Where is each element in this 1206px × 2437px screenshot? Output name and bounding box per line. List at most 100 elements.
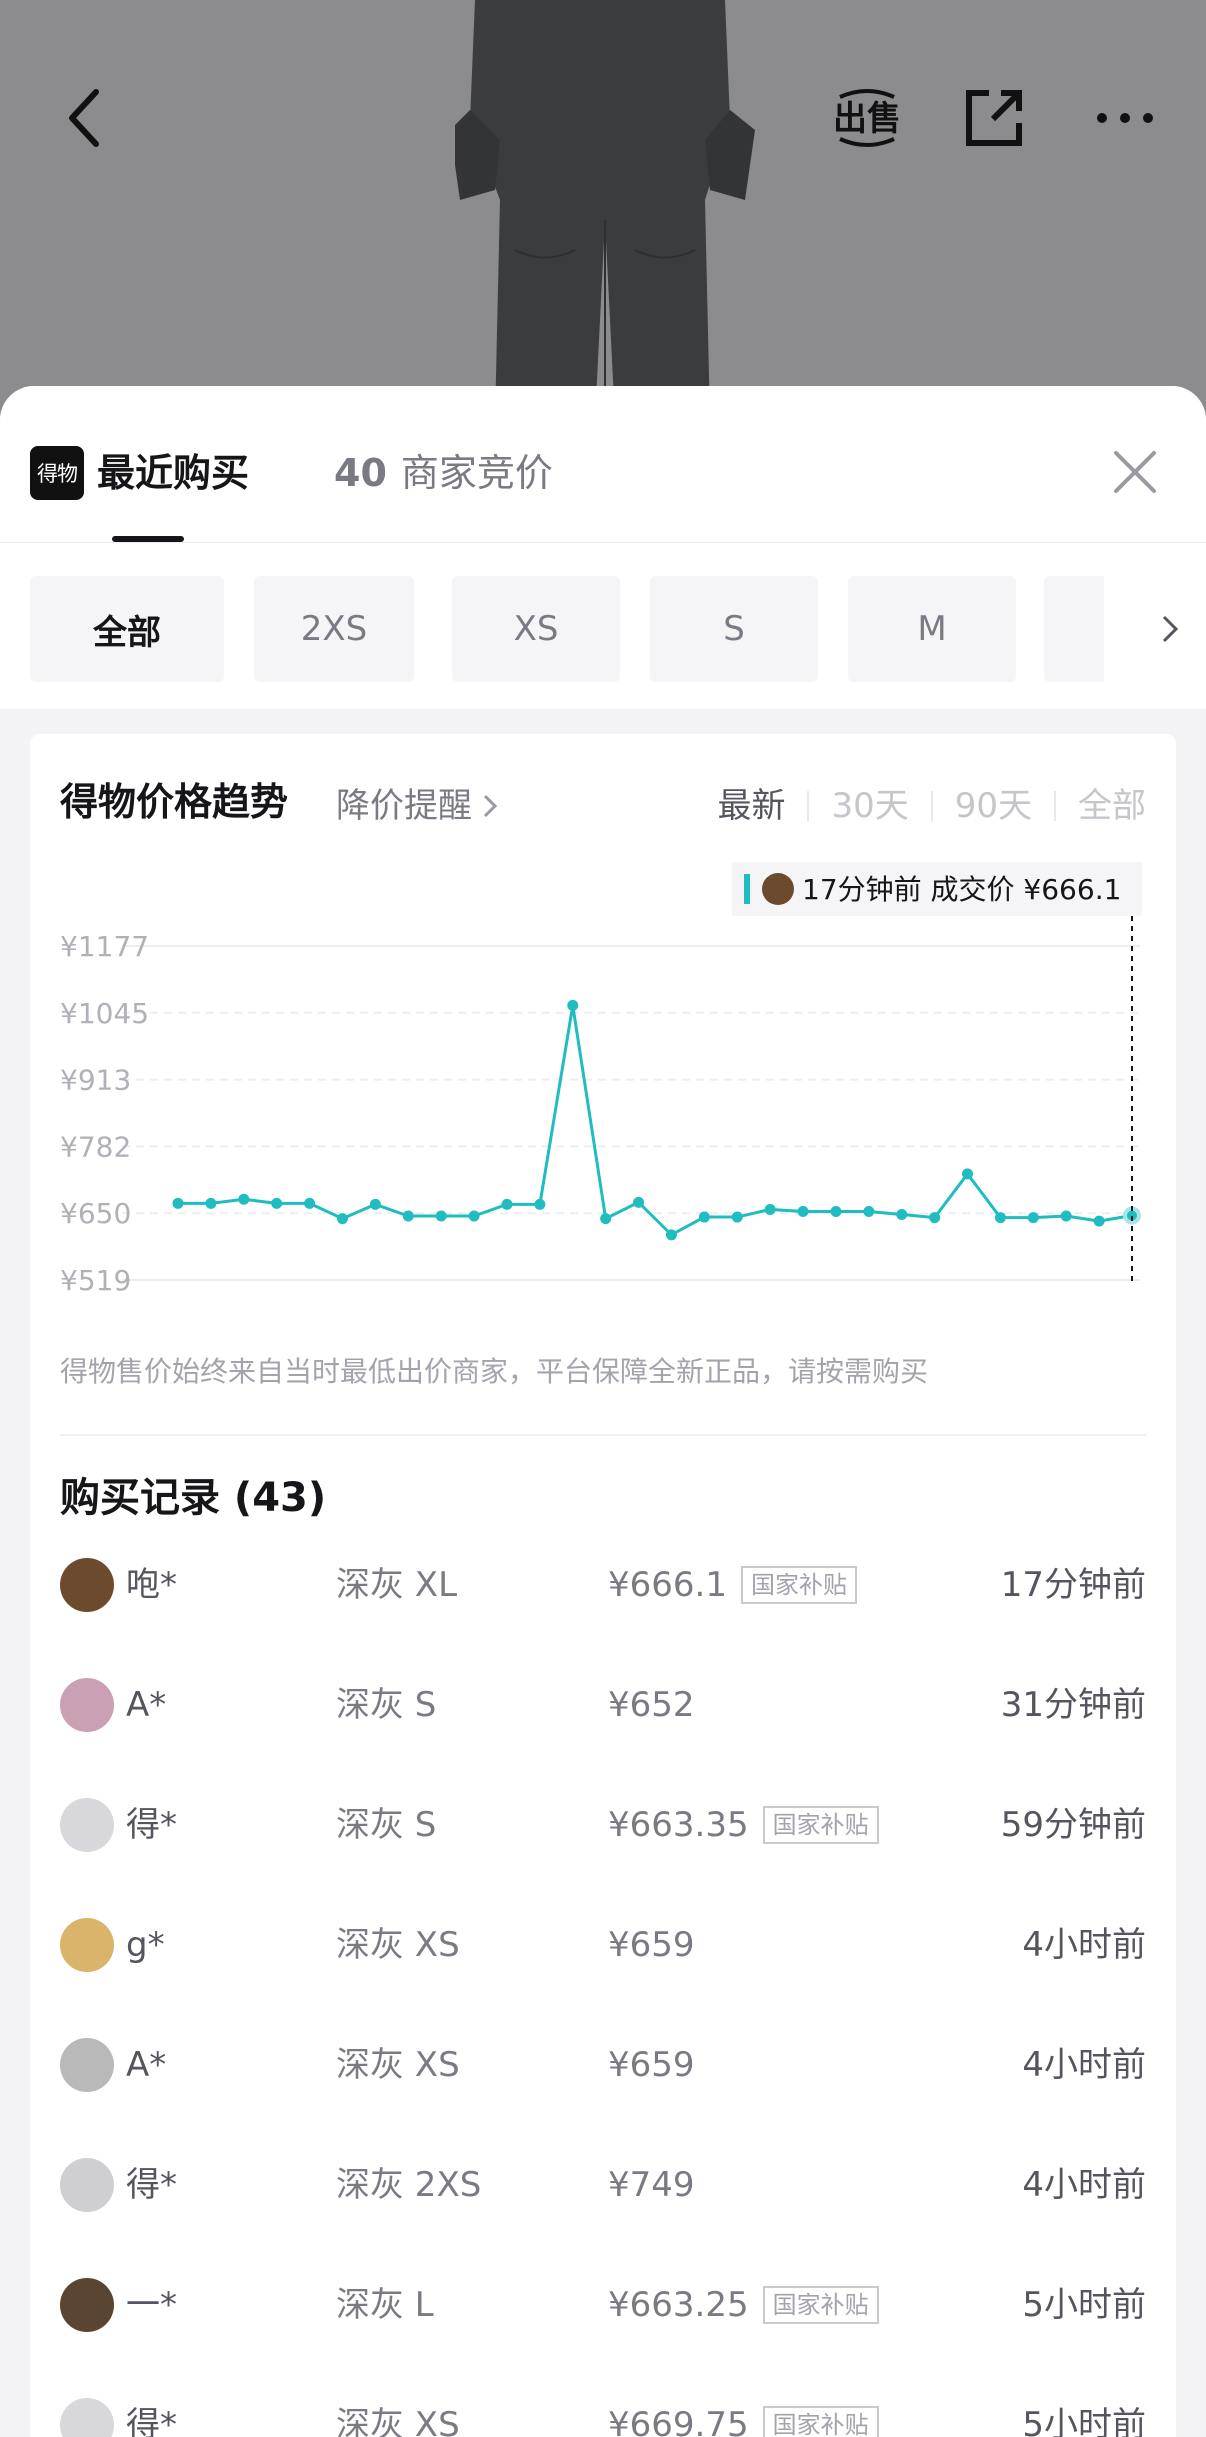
record-price-group: ¥663.35 国家补贴 bbox=[608, 1802, 879, 1848]
subsidy-badge: 国家补贴 bbox=[762, 2406, 879, 2437]
size-chip-all[interactable]: 全部 bbox=[30, 576, 224, 682]
subsidy-badge: 国家补贴 bbox=[762, 2286, 879, 2324]
price-point[interactable] bbox=[369, 1198, 381, 1210]
more-button[interactable] bbox=[1085, 78, 1165, 158]
size-scroll-button[interactable] bbox=[1150, 609, 1190, 649]
size-chip-partial[interactable] bbox=[1044, 576, 1104, 682]
price-point[interactable] bbox=[402, 1210, 414, 1222]
purchase-record-row: A* 深灰 XS ¥659 4小时前 bbox=[60, 2026, 1146, 2106]
price-point[interactable] bbox=[1060, 1210, 1072, 1222]
price-trend-chart: ¥1177 ¥1045 ¥913 ¥782 ¥650 ¥519 17分钟前 成交价 ¥66… bbox=[60, 862, 1142, 1297]
record-username: A* bbox=[126, 1685, 167, 1725]
record-size: 深灰 XS bbox=[336, 2045, 460, 2085]
price-point[interactable] bbox=[797, 1205, 809, 1217]
record-time: 31分钟前 bbox=[1000, 1685, 1146, 1725]
record-time: 4小时前 bbox=[1022, 2045, 1146, 2085]
price-point[interactable] bbox=[1093, 1215, 1105, 1227]
tooltip-accent-bar bbox=[744, 874, 750, 904]
active-tab-indicator bbox=[112, 536, 184, 542]
size-filter: 全部 2XS XS S M bbox=[0, 543, 1206, 709]
sell-button[interactable]: 出售 bbox=[822, 78, 912, 158]
avatar bbox=[60, 2278, 114, 2332]
record-price-group: ¥749 bbox=[608, 2162, 695, 2208]
price-point[interactable] bbox=[600, 1213, 612, 1225]
sell-icon: 出售 bbox=[833, 89, 901, 147]
price-point[interactable] bbox=[830, 1205, 842, 1217]
tooltip-text: 17分钟前 成交价 ¥666.1 bbox=[802, 873, 1121, 906]
price-point[interactable] bbox=[698, 1211, 710, 1223]
size-chip-2xs[interactable]: 2XS bbox=[254, 576, 414, 682]
sell-label: 出售 bbox=[833, 99, 901, 139]
purchase-record-row: 得* 深灰 XS ¥669.75 国家补贴 5小时前 bbox=[60, 2386, 1146, 2437]
price-point[interactable] bbox=[665, 1229, 677, 1241]
tab-seller-bids[interactable]: 40 商家竞价 bbox=[334, 446, 553, 500]
size-chip-m[interactable]: M bbox=[848, 576, 1016, 682]
record-price-group: ¥659 bbox=[608, 1922, 695, 1968]
price-point[interactable] bbox=[468, 1210, 480, 1222]
size-chip-xs[interactable]: XS bbox=[452, 576, 620, 682]
tab-recent-purchases[interactable]: 最近购买 bbox=[97, 446, 249, 500]
purchase-record-row: A* 深灰 S ¥652 31分钟前 bbox=[60, 1666, 1146, 1746]
record-time: 4小时前 bbox=[1022, 2165, 1146, 2205]
price-point[interactable] bbox=[764, 1203, 776, 1215]
record-price-group: ¥652 bbox=[608, 1682, 695, 1728]
price-point[interactable] bbox=[534, 1198, 546, 1210]
record-username: 得* bbox=[126, 2405, 177, 2437]
record-price-group: ¥669.75 国家补贴 bbox=[608, 2402, 879, 2437]
avatar bbox=[60, 1558, 114, 1612]
price-point[interactable] bbox=[633, 1196, 645, 1208]
back-button[interactable] bbox=[44, 78, 124, 158]
record-time: 17分钟前 bbox=[1000, 1565, 1146, 1605]
avatar bbox=[60, 2158, 114, 2212]
chevron-right-icon bbox=[1162, 615, 1179, 643]
y-tick-label: ¥1177 bbox=[60, 930, 149, 963]
price-trend-card: 得物价格趋势 降价提醒 最新 30天 90天 全部 ¥1177 ¥1045 ¥913… bbox=[30, 734, 1176, 2437]
price-point[interactable] bbox=[962, 1168, 974, 1180]
purchase-record-row: 咆* 深灰 XL ¥666.1 国家补贴 17分钟前 bbox=[60, 1546, 1146, 1626]
purchase-record-row: 得* 深灰 2XS ¥749 4小时前 bbox=[60, 2146, 1146, 2226]
chart-series bbox=[172, 999, 1141, 1241]
price-point[interactable] bbox=[172, 1197, 184, 1209]
price-point[interactable] bbox=[435, 1210, 447, 1222]
price-point[interactable] bbox=[896, 1209, 908, 1221]
record-price: ¥659 bbox=[608, 2045, 695, 2085]
section-divider bbox=[60, 1434, 1146, 1436]
price-point[interactable] bbox=[238, 1193, 250, 1205]
product-photo bbox=[455, 0, 755, 420]
price-point[interactable] bbox=[336, 1213, 348, 1225]
y-tick-label: ¥1045 bbox=[60, 997, 149, 1030]
price-point[interactable] bbox=[205, 1197, 217, 1209]
purchase-record-row: 一* 深灰 L ¥663.25 国家补贴 5小时前 bbox=[60, 2266, 1146, 2346]
price-point[interactable] bbox=[1027, 1212, 1039, 1224]
price-point[interactable] bbox=[929, 1212, 941, 1224]
price-point[interactable] bbox=[271, 1197, 283, 1209]
price-point[interactable] bbox=[731, 1211, 743, 1223]
price-point[interactable] bbox=[567, 999, 579, 1011]
price-point[interactable] bbox=[501, 1198, 513, 1210]
price-point[interactable] bbox=[994, 1212, 1006, 1224]
seller-bids-label: 商家竞价 bbox=[400, 451, 553, 495]
record-time: 5小时前 bbox=[1022, 2285, 1146, 2325]
record-price: ¥663.25 bbox=[608, 2285, 749, 2325]
record-price: ¥659 bbox=[608, 1925, 695, 1965]
price-point[interactable] bbox=[863, 1205, 875, 1217]
avatar bbox=[60, 2038, 114, 2092]
record-price-group: ¥666.1 国家补贴 bbox=[608, 1562, 857, 1608]
share-icon bbox=[966, 90, 1022, 146]
record-size: 深灰 XS bbox=[336, 2405, 460, 2437]
record-price: ¥652 bbox=[608, 1685, 695, 1725]
record-size: 深灰 L bbox=[336, 2285, 434, 2325]
record-size: 深灰 2XS bbox=[336, 2165, 482, 2205]
price-point[interactable] bbox=[304, 1197, 316, 1209]
record-size: 深灰 XS bbox=[336, 1925, 460, 1965]
size-chip-s[interactable]: S bbox=[650, 576, 818, 682]
avatar bbox=[60, 2398, 114, 2437]
dewu-logo: 得物 bbox=[30, 446, 84, 500]
avatar bbox=[762, 873, 794, 905]
chart-y-axis: ¥1177 ¥1045 ¥913 ¥782 ¥650 ¥519 bbox=[60, 930, 149, 1297]
record-size: 深灰 S bbox=[336, 1685, 437, 1725]
record-time: 5小时前 bbox=[1022, 2405, 1146, 2437]
share-button[interactable] bbox=[954, 78, 1034, 158]
sheet-header: 得物 最近购买 40 商家竞价 全部 2XS XS S M bbox=[0, 386, 1206, 709]
close-button[interactable] bbox=[1105, 442, 1165, 502]
